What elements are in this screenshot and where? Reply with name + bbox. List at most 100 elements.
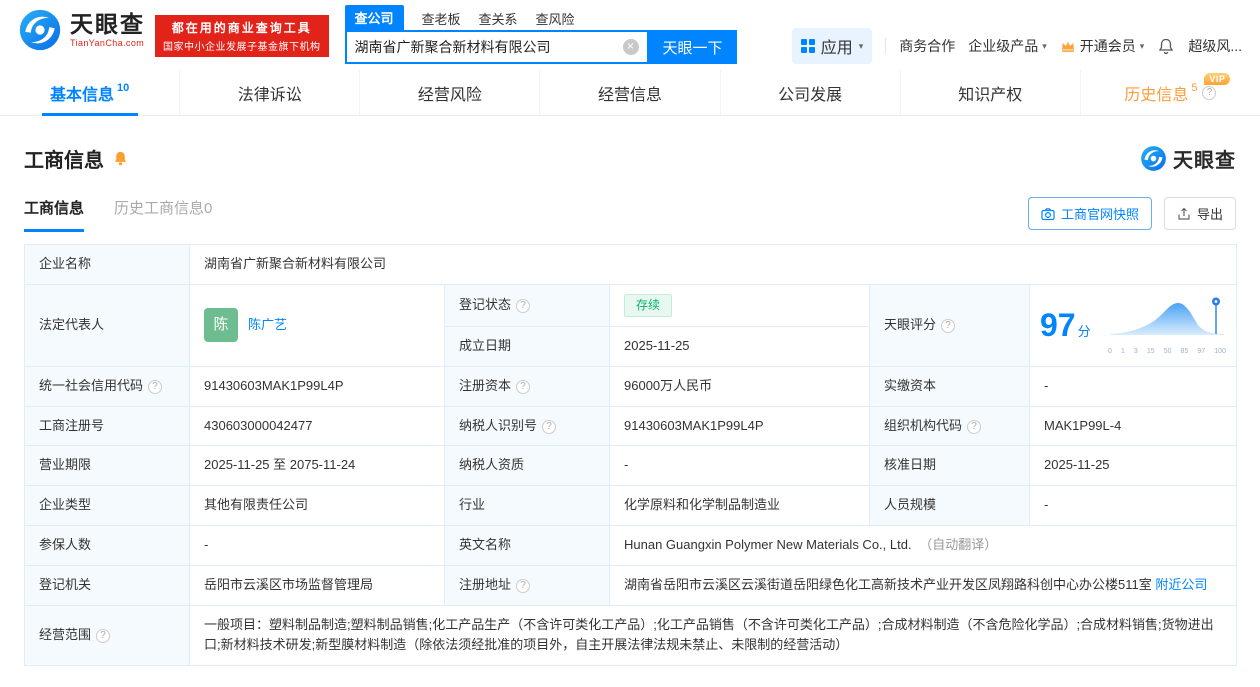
label-text: 登记机关 bbox=[39, 576, 92, 592]
label-text: 营业期限 bbox=[39, 457, 92, 473]
tab-label: 经营信息 bbox=[597, 86, 662, 104]
label-reg-address: 注册地址? bbox=[444, 564, 610, 606]
tab-basic-info[interactable]: 基本信息 10 bbox=[0, 70, 181, 115]
table-row: 登记机关 岳阳市云溪区市场监督管理局 注册地址? 湖南省岳阳市云溪区云溪街道岳阳… bbox=[24, 564, 1237, 606]
help-icon[interactable]: ? bbox=[542, 419, 557, 434]
tab-count: 5 bbox=[1191, 81, 1198, 94]
tab-history-info[interactable]: VIP 历史信息 5 ? bbox=[1081, 70, 1260, 115]
search-tab-relation[interactable]: 查关系 bbox=[479, 9, 518, 30]
table-row: 统一社会信用代码? 91430603MAK1P99L4P 注册资本? 96000… bbox=[24, 365, 1237, 407]
tianyancha-logo-icon bbox=[19, 9, 61, 51]
help-icon[interactable]: ? bbox=[516, 379, 531, 394]
header-menu: 应用 ▾ 商务合作 企业级产品 ▾ 开通会员 ▾ 超级风... bbox=[791, 28, 1242, 64]
label-establish-date: 成立日期 bbox=[444, 325, 610, 367]
label-text: 登记状态 bbox=[459, 296, 512, 312]
search-button[interactable]: 天眼一下 bbox=[648, 30, 737, 64]
export-button[interactable]: 导出 bbox=[1163, 197, 1236, 230]
tianyancha-logo[interactable]: 天眼查 TianYanCha.com bbox=[18, 8, 145, 52]
score-chart: 0 1 3 15 50 85 97 100 bbox=[1108, 294, 1226, 357]
label-text: 经营范围 bbox=[39, 626, 92, 642]
help-icon[interactable]: ? bbox=[1202, 85, 1217, 100]
establish-date-value: 2025-11-25 bbox=[609, 325, 870, 367]
caret-down-icon: ▾ bbox=[858, 40, 864, 51]
watermark-brand-text: 天眼查 bbox=[1173, 150, 1236, 172]
search-tab-company[interactable]: 查公司 bbox=[344, 5, 404, 30]
snapshot-label: 工商官网快照 bbox=[1060, 207, 1139, 222]
label-reg-status: 登记状态? bbox=[444, 283, 610, 327]
score-value: 97 分 bbox=[1040, 309, 1091, 341]
search-input[interactable] bbox=[346, 39, 623, 55]
legal-rep-cell: 陈 陈广艺 bbox=[189, 283, 445, 367]
label-business-scope: 经营范围? bbox=[24, 604, 190, 667]
subtab-history-business-info[interactable]: 历史工商信息0 bbox=[114, 197, 212, 232]
menu-super-risk[interactable]: 超级风... bbox=[1188, 36, 1242, 56]
credit-code-value: 91430603MAK1P99L4P bbox=[189, 365, 445, 407]
export-icon bbox=[1178, 207, 1190, 220]
help-icon[interactable]: ? bbox=[516, 578, 531, 593]
tab-label: 知识产权 bbox=[958, 86, 1023, 104]
reg-address-cell: 湖南省岳阳市云溪区云溪街道岳阳绿色化工高新技术产业开发区凤翔路科创中心办公楼51… bbox=[609, 564, 1237, 606]
clear-icon[interactable]: × bbox=[622, 39, 639, 55]
caret-down-icon: ▾ bbox=[1042, 40, 1047, 51]
help-icon[interactable]: ? bbox=[967, 419, 982, 434]
nearby-companies-link[interactable]: 附近公司 bbox=[1155, 577, 1207, 592]
tab-company-development[interactable]: 公司发展 bbox=[721, 70, 901, 115]
industry-value: 化学原料和化学制品制造业 bbox=[609, 485, 870, 526]
help-icon[interactable]: ? bbox=[941, 318, 956, 333]
tab-lawsuits[interactable]: 法律诉讼 bbox=[180, 70, 361, 115]
search-tab-risk[interactable]: 查风险 bbox=[536, 9, 575, 30]
table-row: 企业名称 湖南省广新聚合新材料有限公司 bbox=[24, 244, 1237, 285]
label-text: 参保人数 bbox=[39, 536, 92, 552]
tab-intellectual-property[interactable]: 知识产权 bbox=[901, 70, 1081, 115]
tab-business-info[interactable]: 经营信息 bbox=[540, 70, 721, 115]
reg-address-value: 湖南省岳阳市云溪区云溪街道岳阳绿色化工高新技术产业开发区凤翔路科创中心办公楼51… bbox=[624, 576, 1152, 592]
company-type-value: 其他有限责任公司 bbox=[189, 485, 445, 526]
label-org-code: 组织机构代码? bbox=[869, 405, 1030, 447]
table-row: 参保人数 - 英文名称 Hunan Guangxin Polymer New M… bbox=[24, 524, 1237, 566]
label-text: 企业名称 bbox=[39, 256, 92, 271]
insured-count-value: - bbox=[189, 524, 445, 566]
legal-rep-link[interactable]: 陈广艺 bbox=[248, 315, 287, 336]
search-area: 查公司 查老板 查关系 查风险 × 天眼一下 bbox=[344, 5, 737, 64]
label-insured-count: 参保人数 bbox=[24, 524, 190, 566]
menu-cooperation[interactable]: 商务合作 bbox=[899, 36, 955, 56]
menu-enterprise[interactable]: 企业级产品 ▾ bbox=[968, 36, 1047, 56]
axis-tick: 0 bbox=[1108, 347, 1112, 355]
label-company-name: 企业名称 bbox=[24, 244, 190, 285]
help-icon[interactable]: ? bbox=[96, 628, 111, 643]
axis-tick: 1 bbox=[1120, 347, 1125, 355]
reg-authority-value: 岳阳市云溪区市场监督管理局 bbox=[189, 564, 445, 606]
menu-open-vip[interactable]: 开通会员 ▾ bbox=[1060, 36, 1145, 56]
logo-brand-text: 天眼查 bbox=[70, 11, 145, 38]
business-term-value: 2025-11-25 至 2075-11-24 bbox=[189, 445, 445, 487]
tab-operating-risk[interactable]: 经营风险 bbox=[360, 70, 541, 115]
label-reg-capital: 注册资本? bbox=[444, 365, 610, 407]
paid-capital-value: - bbox=[1029, 365, 1237, 407]
divider bbox=[885, 38, 887, 54]
logo-domain-text: TianYanCha.com bbox=[70, 37, 145, 48]
search-tab-boss[interactable]: 查老板 bbox=[422, 9, 461, 30]
table-row: 企业类型 其他有限责任公司 行业 化学原料和化学制品制造业 人员规模 - bbox=[24, 485, 1237, 526]
label-text: 组织机构代码 bbox=[884, 417, 963, 433]
label-reg-authority: 登记机关 bbox=[24, 564, 190, 606]
label-text: 成立日期 bbox=[459, 337, 512, 353]
label-company-type: 企业类型 bbox=[24, 485, 190, 526]
apps-menu[interactable]: 应用 ▾ bbox=[791, 28, 873, 64]
subtab-business-info[interactable]: 工商信息 bbox=[24, 197, 85, 232]
label-taxpayer-qualification: 纳税人资质 bbox=[444, 445, 610, 487]
tab-label: 法律诉讼 bbox=[237, 86, 302, 104]
caret-down-icon: ▾ bbox=[1139, 40, 1145, 51]
label-staff-size: 人员规模 bbox=[869, 485, 1030, 526]
label-text: 纳税人资质 bbox=[459, 457, 525, 473]
help-icon[interactable]: ? bbox=[516, 298, 531, 313]
score-number: 97 bbox=[1040, 307, 1076, 344]
notification-bell-icon[interactable] bbox=[1157, 37, 1175, 55]
legal-rep-avatar[interactable]: 陈 bbox=[204, 308, 238, 343]
axis-tick: 100 bbox=[1214, 347, 1226, 355]
label-paid-capital: 实缴资本 bbox=[869, 365, 1030, 407]
label-text: 工商注册号 bbox=[39, 417, 105, 433]
monitor-bell-icon[interactable] bbox=[112, 150, 129, 167]
help-icon[interactable]: ? bbox=[148, 379, 163, 394]
official-snapshot-button[interactable]: 工商官网快照 bbox=[1027, 197, 1152, 230]
search-bar: × 天眼一下 bbox=[344, 30, 737, 64]
